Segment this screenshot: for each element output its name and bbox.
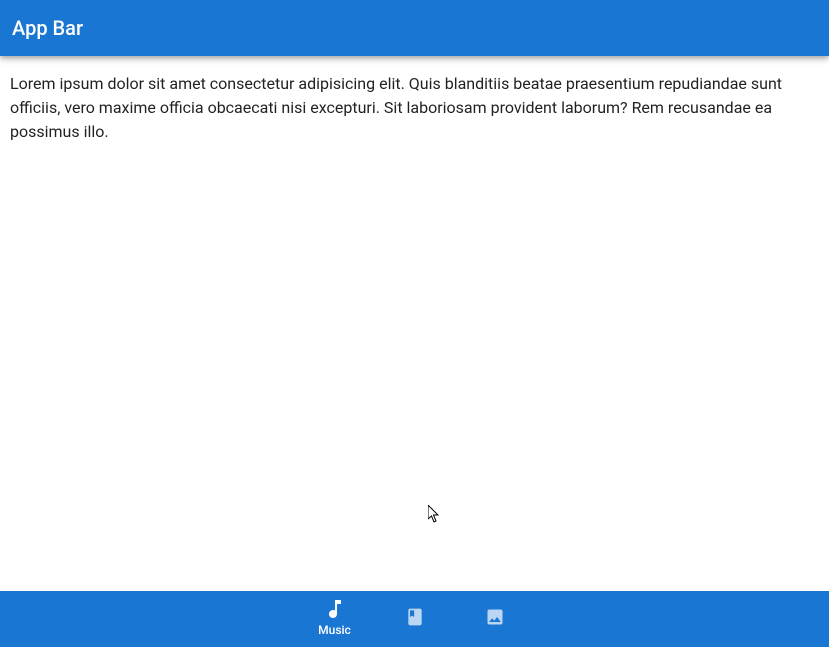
app-bar: App Bar [0, 0, 829, 56]
nav-item-book[interactable]: Book [375, 591, 455, 647]
body-text: Lorem ipsum dolor sit amet consectetur a… [10, 72, 819, 144]
book-icon [403, 605, 427, 629]
nav-item-label: Music [318, 623, 351, 637]
app-bar-title: App Bar [12, 16, 83, 40]
main-content: Lorem ipsum dolor sit amet consectetur a… [0, 56, 829, 591]
image-icon [483, 605, 507, 629]
nav-item-image[interactable]: Image [455, 591, 535, 647]
bottom-navigation: Music Book Image [0, 591, 829, 647]
nav-item-music[interactable]: Music [295, 591, 375, 647]
music-note-icon [323, 597, 347, 621]
